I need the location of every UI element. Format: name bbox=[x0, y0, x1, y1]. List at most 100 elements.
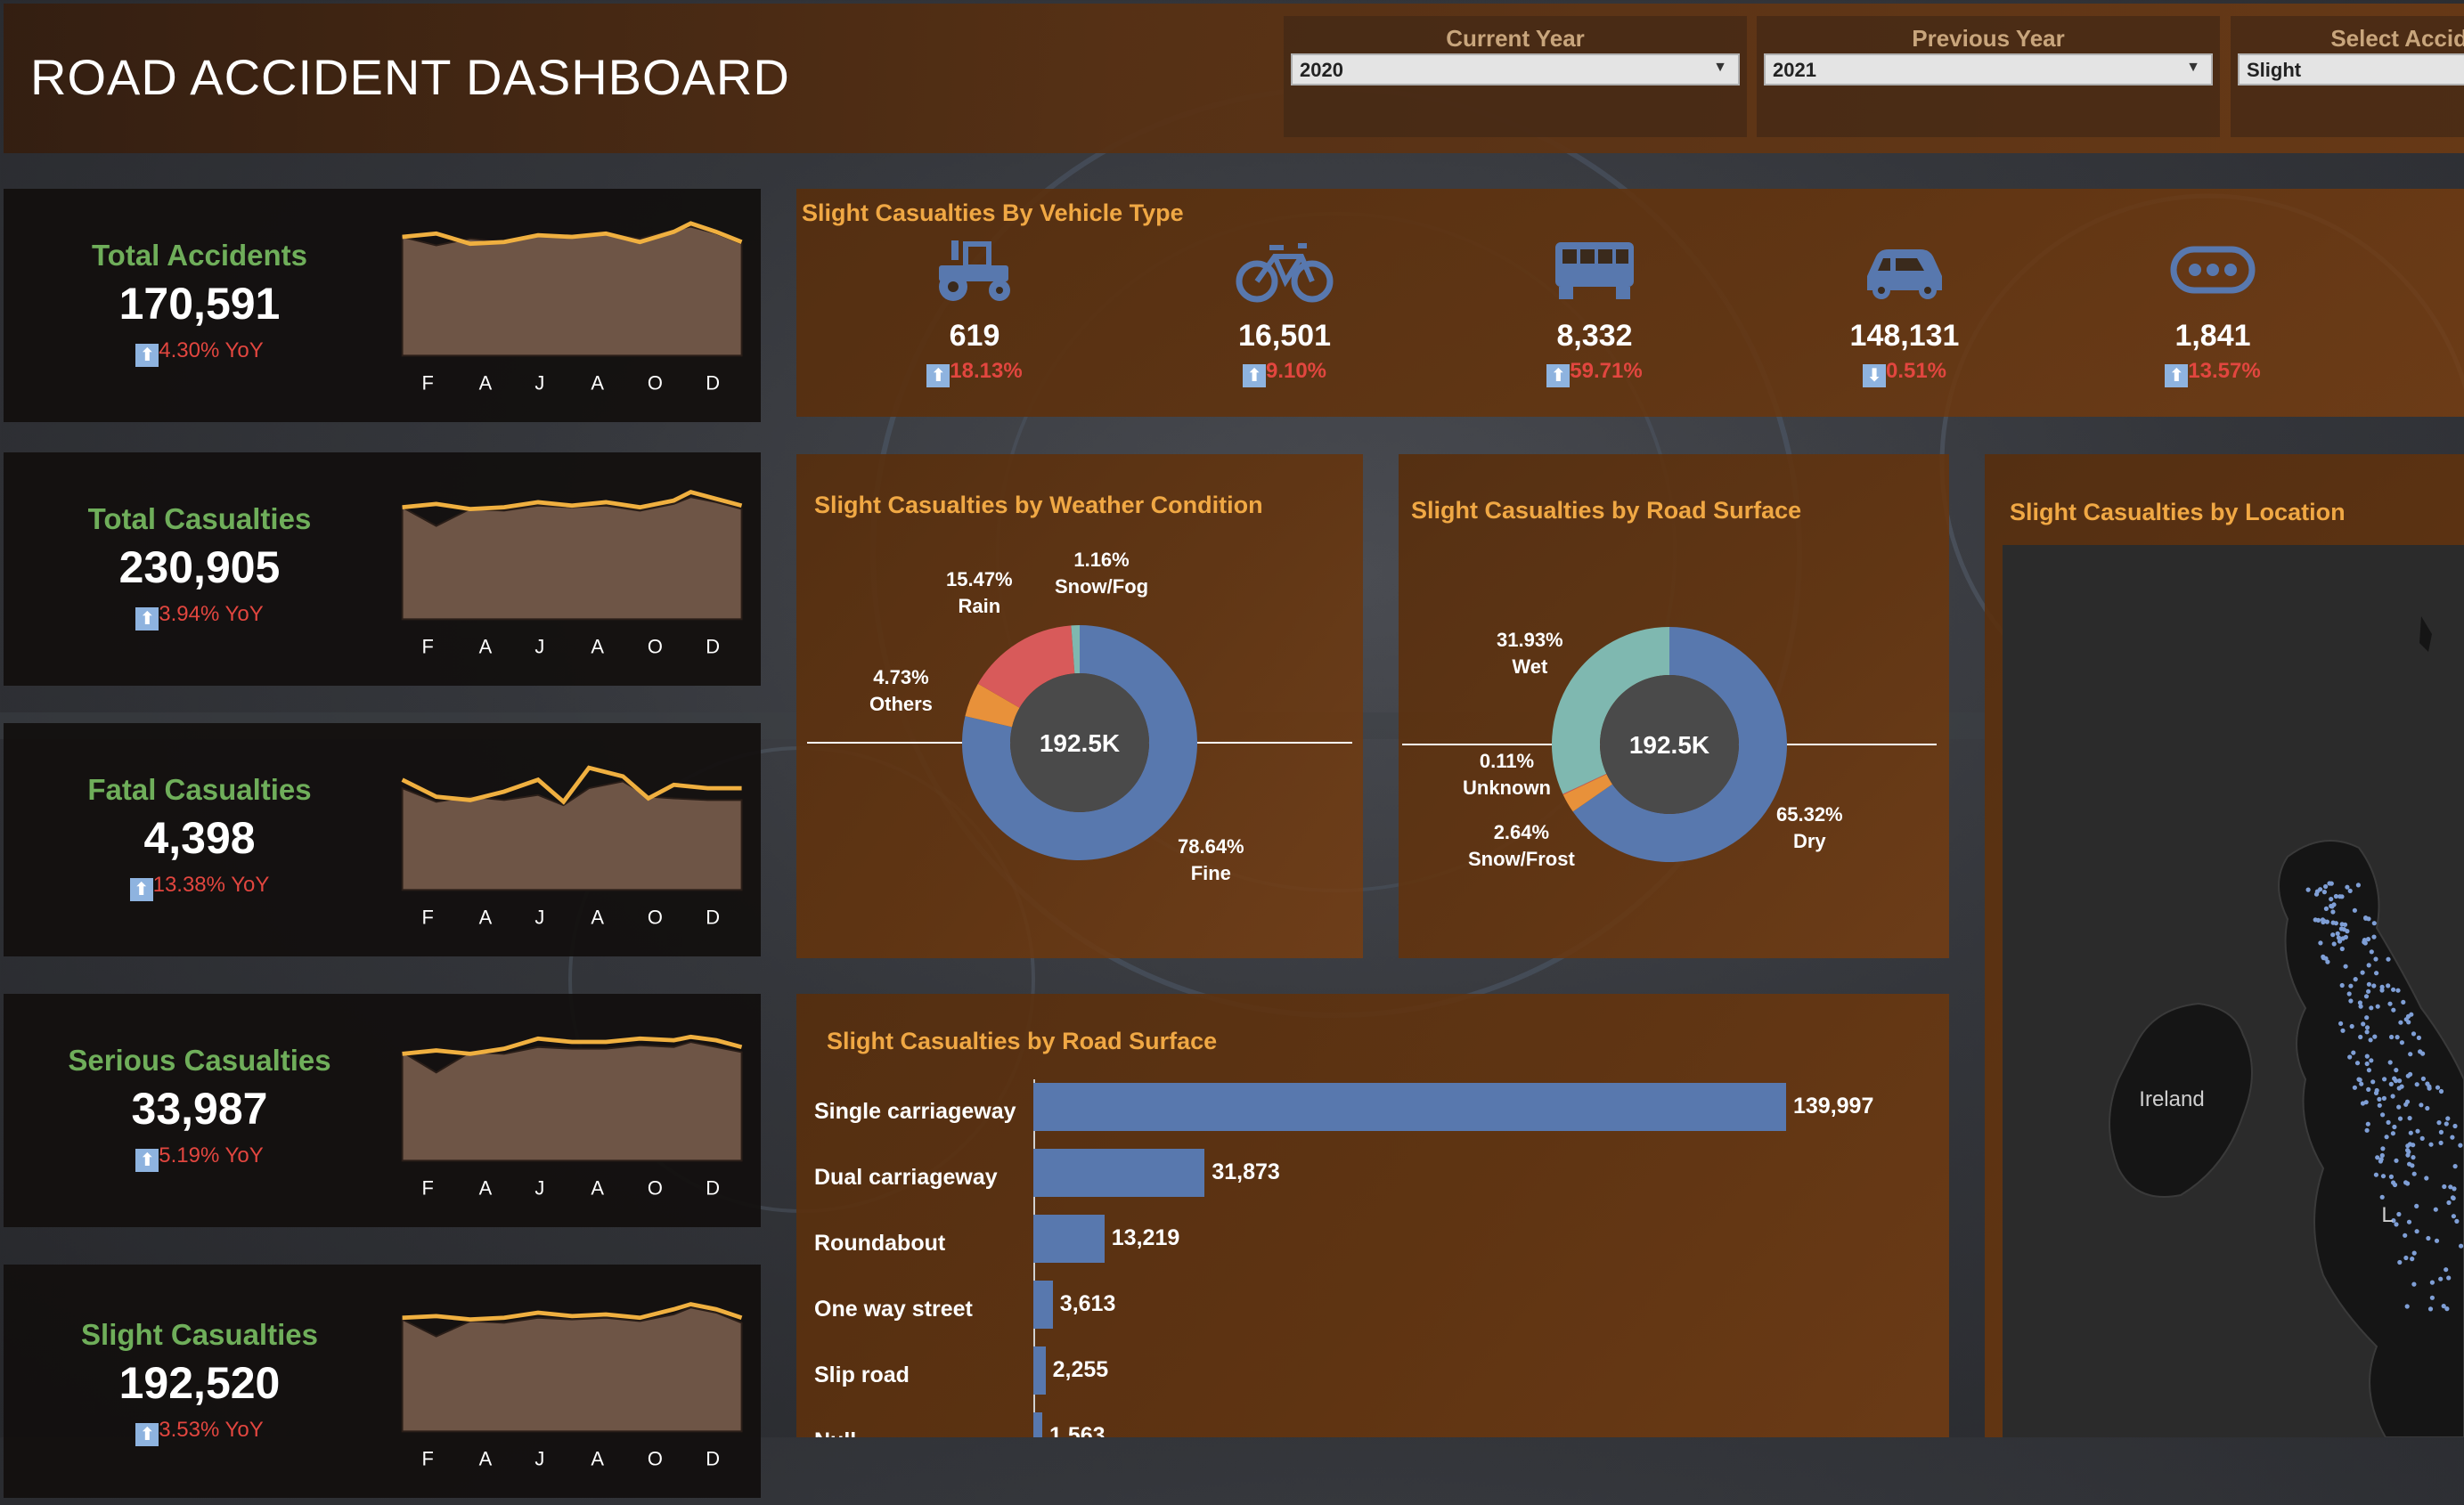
surface-donut: 192.5K bbox=[1402, 627, 1937, 862]
kpi-sparkline: FAJAOD bbox=[401, 1034, 743, 1199]
sparkline-axis-label: A bbox=[479, 635, 493, 657]
casualty-point bbox=[2374, 1087, 2379, 1094]
casualty-point bbox=[2330, 932, 2336, 938]
casualty-point bbox=[2380, 1174, 2386, 1179]
sparkline-axis-label: D bbox=[706, 1176, 720, 1199]
vehicle-item-bus: 8,332 ⬆ 59.71% bbox=[1461, 240, 1728, 387]
bar-category-label: Dual carriageway bbox=[814, 1165, 998, 1190]
vehicle-value: 619 bbox=[949, 319, 1000, 353]
casualty-point bbox=[2341, 927, 2346, 932]
road-type-panel: Slight Casualties by Road Surface Single… bbox=[796, 994, 1949, 1437]
accident-severity-select[interactable]: Slight bbox=[2238, 53, 2464, 85]
road-type-bars: Single carriageway 139,997 Dual carriage… bbox=[796, 1083, 1938, 1437]
bar-value-label: 13,219 bbox=[1111, 1225, 1180, 1250]
kpi-panel: Total Accidents 170,591 ⬆ 4.30% YoY F A J A O… bbox=[4, 189, 761, 422]
casualty-point bbox=[2315, 917, 2321, 923]
casualty-point bbox=[2446, 1200, 2452, 1206]
casualty-point bbox=[2411, 1155, 2416, 1160]
casualty-point bbox=[2379, 988, 2385, 993]
vehicle-change: ⬆ 59.71% bbox=[1461, 359, 1728, 387]
current-year-select[interactable]: 2020 ▼ bbox=[1291, 53, 1740, 85]
vehicle-type-panel: Slight Casualties By Vehicle Type 619 ⬆ 1… bbox=[796, 189, 2464, 417]
bar[interactable] bbox=[1033, 1083, 1786, 1131]
casualty-point bbox=[2314, 889, 2320, 894]
bar[interactable] bbox=[1033, 1149, 1205, 1197]
bar[interactable] bbox=[1033, 1281, 1053, 1329]
casualty-point bbox=[2370, 1079, 2376, 1085]
casualty-point bbox=[2411, 1171, 2417, 1176]
bar-value-label: 1,563 bbox=[1049, 1423, 1106, 1437]
car-icon bbox=[1867, 249, 1942, 299]
bar-value-label: 3,613 bbox=[1059, 1291, 1116, 1316]
casualty-point bbox=[2411, 1250, 2417, 1256]
bar-row[interactable]: Roundabout 13,219 bbox=[796, 1215, 1938, 1281]
casualty-point bbox=[2348, 983, 2354, 988]
casualty-point bbox=[2333, 921, 2338, 926]
casualty-point bbox=[2318, 940, 2323, 946]
casualty-point bbox=[2436, 1120, 2442, 1126]
kpi-label: Total Accidents bbox=[91, 239, 308, 272]
casualty-point bbox=[2349, 1023, 2354, 1029]
sparkline-axis-label: O bbox=[648, 1447, 663, 1469]
casualty-point bbox=[2395, 988, 2401, 993]
casualty-point bbox=[2420, 1076, 2426, 1081]
casualty-point bbox=[2339, 982, 2345, 988]
casualty-point bbox=[2419, 1135, 2425, 1141]
sparkline-axis-label: A bbox=[479, 1447, 493, 1469]
casualty-point bbox=[2445, 1116, 2451, 1121]
filter-current-year: Current Year 2020 ▼ bbox=[1284, 16, 1747, 137]
sparkline-axis-label: F bbox=[422, 906, 434, 928]
casualty-point bbox=[2401, 999, 2406, 1005]
bar-row[interactable]: Dual carriageway 31,873 bbox=[796, 1149, 1938, 1215]
tractor-icon bbox=[939, 240, 1010, 301]
casualty-point bbox=[2351, 1050, 2356, 1055]
casualty-point bbox=[2371, 921, 2377, 926]
casualty-point bbox=[2410, 1257, 2415, 1262]
arrow-up-icon: ⬆ bbox=[129, 878, 153, 901]
casualty-point bbox=[2386, 983, 2391, 988]
casualty-point bbox=[2371, 983, 2377, 988]
sparkline-axis-label: A bbox=[591, 1447, 604, 1469]
sparkline-axis-label: D bbox=[706, 906, 720, 928]
location-map[interactable]: Ireland L bbox=[2003, 545, 2464, 1438]
casualty-point bbox=[2358, 1004, 2363, 1009]
casualty-point bbox=[2343, 964, 2348, 969]
casualty-point bbox=[2364, 1061, 2370, 1067]
casualty-point bbox=[2372, 1034, 2378, 1039]
bar-row[interactable]: Single carriageway 139,997 bbox=[796, 1083, 1938, 1149]
casualty-point bbox=[2329, 897, 2334, 902]
bar-row[interactable]: One way street 3,613 bbox=[796, 1281, 1938, 1346]
casualty-point bbox=[2375, 1155, 2380, 1160]
casualty-point bbox=[2408, 1052, 2413, 1057]
casualty-point bbox=[2411, 1143, 2416, 1148]
casualty-point bbox=[2403, 1102, 2409, 1107]
sparkline-axis-label: F bbox=[422, 1447, 434, 1469]
bar-category-label: Slip road bbox=[814, 1363, 910, 1387]
vehicle-type-title: Slight Casualties By Vehicle Type bbox=[802, 199, 1184, 226]
casualty-point bbox=[2347, 1054, 2353, 1060]
previous-year-select[interactable]: 2021 ▼ bbox=[1764, 53, 2213, 85]
kpi-panel: Total Casualties 230,905 ⬆ 3.94% YoY F A J A… bbox=[4, 452, 761, 686]
casualty-point bbox=[2371, 934, 2377, 940]
casualty-point bbox=[2366, 981, 2371, 987]
sparkline-axis-label: F bbox=[422, 1176, 434, 1199]
casualty-point bbox=[2331, 941, 2337, 947]
casualty-point bbox=[2358, 1034, 2363, 1040]
bar[interactable] bbox=[1033, 1215, 1105, 1263]
bar-row[interactable]: Slip road 2,255 bbox=[796, 1346, 1938, 1412]
filter-previous-year: Previous Year 2021 ▼ bbox=[1757, 16, 2220, 137]
bar-row[interactable]: Null 1,563 bbox=[796, 1412, 1938, 1437]
surface-label-unknown: 0.11% Unknown bbox=[1463, 750, 1551, 799]
casualty-point bbox=[2366, 963, 2371, 968]
casualty-point bbox=[2379, 1194, 2385, 1200]
bar[interactable] bbox=[1033, 1412, 1042, 1437]
casualty-point bbox=[2386, 956, 2391, 962]
casualty-point bbox=[2357, 1078, 2362, 1083]
vehicle-change: ⬆ 13.57% bbox=[2079, 359, 2346, 387]
weather-label-others: 4.73% Others bbox=[869, 666, 933, 715]
bar[interactable] bbox=[1033, 1346, 1046, 1395]
weather-label-rain: 15.47% Rain bbox=[946, 568, 1013, 617]
sparkline-axis-label: D bbox=[706, 371, 720, 394]
chevron-down-icon: ▼ bbox=[2186, 60, 2200, 75]
casualty-point bbox=[2442, 1184, 2447, 1190]
